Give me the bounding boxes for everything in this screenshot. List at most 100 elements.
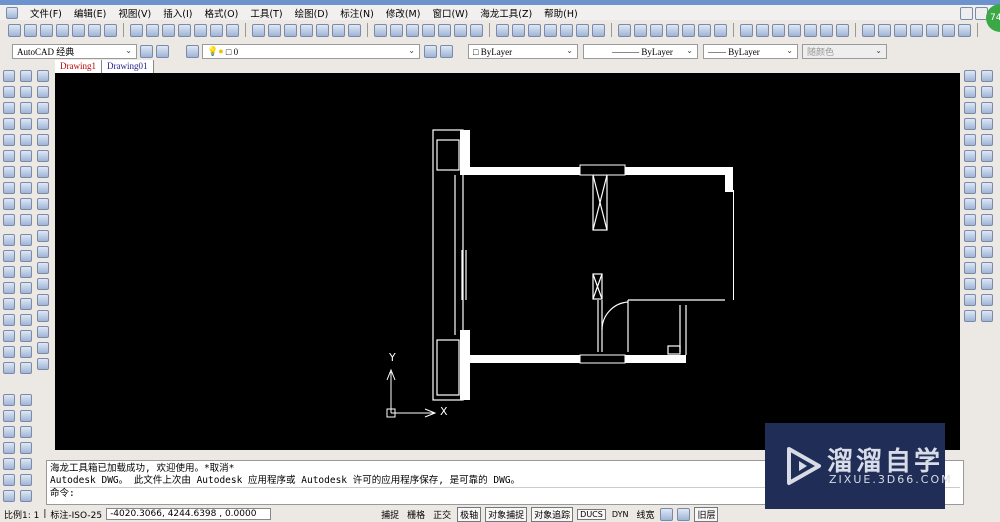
toolbar-button-icon[interactable] — [964, 246, 976, 258]
menu-help[interactable]: 帮助(H) — [544, 6, 578, 20]
toolbar-button-icon[interactable] — [981, 246, 993, 258]
toolbar-button-icon[interactable] — [981, 230, 993, 242]
toolbar-button-icon[interactable] — [20, 282, 32, 294]
tab-drawing01[interactable]: Drawing01 — [102, 60, 154, 73]
toolbar-button-icon[interactable] — [981, 278, 993, 290]
toolbar-button-icon[interactable] — [37, 182, 49, 194]
polar-toggle[interactable]: 极轴 — [457, 506, 482, 522]
toolbar-button-icon[interactable] — [252, 23, 265, 37]
toolbar-button-icon[interactable] — [20, 198, 32, 210]
menu-draw[interactable]: 绘图(D) — [295, 6, 329, 20]
toolbar-button-icon[interactable] — [20, 346, 32, 358]
toolbar-button-icon[interactable] — [40, 23, 53, 37]
toolbar-button-icon[interactable] — [20, 458, 32, 470]
toolbar-button-icon[interactable] — [470, 23, 483, 37]
toolbar-button-icon[interactable] — [3, 394, 15, 406]
lineweight-select[interactable]: —— ByLayer ⌄ — [703, 44, 798, 59]
toolbar-button-icon[interactable] — [618, 23, 631, 37]
toolbar-button-icon[interactable] — [981, 214, 993, 226]
workspace-select[interactable]: AutoCAD 经典 ⌄ — [12, 44, 137, 59]
toolbar-button-icon[interactable] — [20, 330, 32, 342]
toolbar-button-icon[interactable] — [981, 166, 993, 178]
toolbar-button-icon[interactable] — [20, 150, 32, 162]
toolbar-button-icon[interactable] — [3, 234, 15, 246]
toolbar-button-icon[interactable] — [56, 23, 69, 37]
layer-manager-icon[interactable] — [186, 45, 199, 58]
toolbar-button-icon[interactable] — [560, 23, 573, 37]
menu-format[interactable]: 格式(O) — [204, 6, 238, 20]
toolbar-button-icon[interactable] — [72, 23, 85, 37]
toolbar-button-icon[interactable] — [981, 134, 993, 146]
toolbar-button-icon[interactable] — [862, 23, 875, 37]
dyn-toggle[interactable]: DYN — [610, 510, 631, 519]
menu-view[interactable]: 视图(V) — [118, 6, 151, 20]
color-select[interactable]: □ ByLayer ⌄ — [468, 44, 578, 59]
toolbar-button-icon[interactable] — [37, 166, 49, 178]
toolbar-button-icon[interactable] — [3, 70, 15, 82]
toolbar-button-icon[interactable] — [3, 490, 15, 502]
toolbar-button-icon[interactable] — [37, 230, 49, 242]
toolbar-button-icon[interactable] — [37, 118, 49, 130]
snap-toggle[interactable]: 捕捉 — [379, 508, 401, 521]
toolbar-button-icon[interactable] — [37, 246, 49, 258]
toolbar-button-icon[interactable] — [804, 23, 817, 37]
grid-toggle[interactable]: 栅格 — [405, 508, 427, 521]
toolbar-button-icon[interactable] — [406, 23, 419, 37]
toolbar-button-icon[interactable] — [20, 102, 32, 114]
toolbar-button-icon[interactable] — [958, 23, 971, 37]
toolbar-button-icon[interactable] — [3, 362, 15, 374]
toolbar-button-icon[interactable] — [964, 262, 976, 274]
toolbar-button-icon[interactable] — [964, 310, 976, 322]
toolbar-button-icon[interactable] — [20, 474, 32, 486]
menu-dimension[interactable]: 标注(N) — [340, 6, 374, 20]
toolbar-button-icon[interactable] — [37, 326, 49, 338]
toolbar-button-icon[interactable] — [981, 150, 993, 162]
toolbar-button-icon[interactable] — [964, 230, 976, 242]
toolbar-button-icon[interactable] — [3, 134, 15, 146]
model-icon[interactable] — [660, 507, 674, 521]
toolbar-button-icon[interactable] — [964, 294, 976, 306]
toolbar-button-icon[interactable] — [438, 23, 451, 37]
menu-file[interactable]: 文件(F) — [30, 6, 62, 20]
toolbar-button-icon[interactable] — [268, 23, 281, 37]
drawing-canvas[interactable]: Y X — [55, 73, 960, 450]
toolbar-button-icon[interactable] — [20, 86, 32, 98]
workspace-settings-icon[interactable] — [140, 45, 153, 58]
layer-previous-icon[interactable] — [440, 45, 453, 58]
toolbar-button-icon[interactable] — [37, 102, 49, 114]
toolbar-button-icon[interactable] — [3, 282, 15, 294]
toolbar-button-icon[interactable] — [964, 166, 976, 178]
toolbar-button-icon[interactable] — [740, 23, 753, 37]
toolbar-button-icon[interactable] — [37, 294, 49, 306]
toolbar-button-icon[interactable] — [37, 198, 49, 210]
toolbar-button-icon[interactable] — [37, 214, 49, 226]
toolbar-button-icon[interactable] — [981, 262, 993, 274]
toolbar-button-icon[interactable] — [964, 182, 976, 194]
toolbar-button-icon[interactable] — [284, 23, 297, 37]
toolbar-button-icon[interactable] — [20, 118, 32, 130]
make-current-layer-icon[interactable] — [424, 45, 437, 58]
toolbar-button-icon[interactable] — [20, 234, 32, 246]
toolbar-button-icon[interactable] — [37, 342, 49, 354]
toolbar-button-icon[interactable] — [20, 410, 32, 422]
toolbar-button-icon[interactable] — [3, 410, 15, 422]
toolbar-button-icon[interactable] — [981, 294, 993, 306]
toolbar-button-icon[interactable] — [374, 23, 387, 37]
toolbar-button-icon[interactable] — [20, 70, 32, 82]
toolbar-button-icon[interactable] — [964, 134, 976, 146]
lineweight-toggle[interactable]: 线宽 — [634, 508, 656, 521]
toolbar-button-icon[interactable] — [37, 150, 49, 162]
toolbar-button-icon[interactable] — [300, 23, 313, 37]
layer-select[interactable]: 💡● □ 0 ⌄ — [202, 44, 420, 59]
toolbar-button-icon[interactable] — [3, 150, 15, 162]
toolbar-button-icon[interactable] — [981, 198, 993, 210]
toolbar-icon[interactable] — [156, 45, 169, 58]
ortho-toggle[interactable]: 正交 — [431, 508, 453, 521]
toolbar-button-icon[interactable] — [8, 23, 21, 37]
toolbar-button-icon[interactable] — [820, 23, 833, 37]
toolbar-button-icon[interactable] — [714, 23, 727, 37]
toolbar-button-icon[interactable] — [964, 86, 976, 98]
toolbar-button-icon[interactable] — [194, 23, 207, 37]
toolbar-button-icon[interactable] — [332, 23, 345, 37]
toolbar-button-icon[interactable] — [3, 330, 15, 342]
